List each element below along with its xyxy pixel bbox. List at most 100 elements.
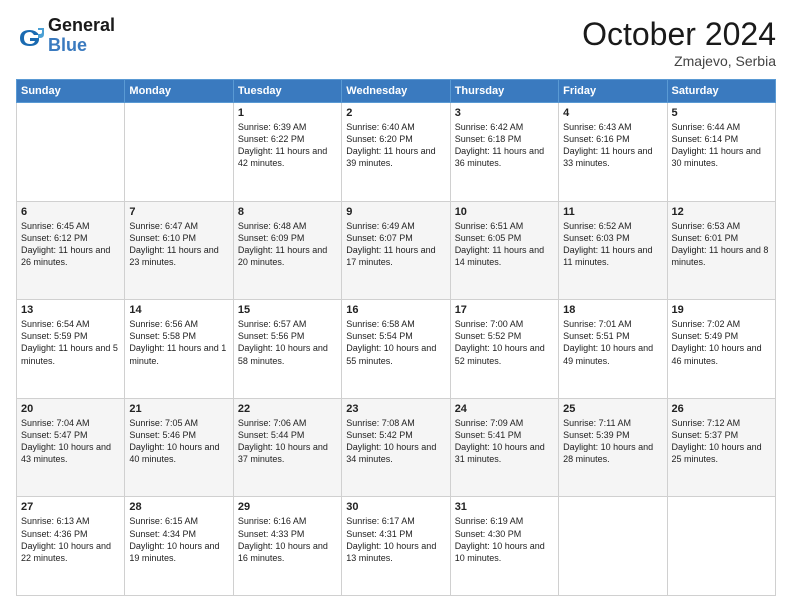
cell-content: Sunrise: 6:43 AM Sunset: 6:16 PM Dayligh… [563, 121, 662, 170]
cell-content: Sunrise: 7:00 AM Sunset: 5:52 PM Dayligh… [455, 318, 554, 367]
cell-content: Sunrise: 7:05 AM Sunset: 5:46 PM Dayligh… [129, 417, 228, 466]
cell-content: Sunrise: 6:54 AM Sunset: 5:59 PM Dayligh… [21, 318, 120, 367]
table-row: 3 Sunrise: 6:42 AM Sunset: 6:18 PM Daylig… [450, 103, 558, 202]
cell-content: Sunrise: 6:16 AM Sunset: 4:33 PM Dayligh… [238, 515, 337, 564]
cell-content: Sunrise: 6:42 AM Sunset: 6:18 PM Dayligh… [455, 121, 554, 170]
day-number: 8 [238, 206, 337, 218]
table-row: 20 Sunrise: 7:04 AM Sunset: 5:47 PM Dayli… [17, 398, 125, 497]
day-number: 18 [563, 304, 662, 316]
cell-content: Sunrise: 6:52 AM Sunset: 6:03 PM Dayligh… [563, 220, 662, 269]
calendar-table: Sunday Monday Tuesday Wednesday Thursday… [16, 79, 776, 596]
cell-content: Sunrise: 6:49 AM Sunset: 6:07 PM Dayligh… [346, 220, 445, 269]
location: Zmajevo, Serbia [582, 53, 776, 69]
calendar-week-4: 20 Sunrise: 7:04 AM Sunset: 5:47 PM Dayli… [17, 398, 776, 497]
cell-content: Sunrise: 6:13 AM Sunset: 4:36 PM Dayligh… [21, 515, 120, 564]
day-number: 2 [346, 107, 445, 119]
day-number: 22 [238, 403, 337, 415]
day-number: 6 [21, 206, 120, 218]
cell-content: Sunrise: 7:08 AM Sunset: 5:42 PM Dayligh… [346, 417, 445, 466]
day-number: 9 [346, 206, 445, 218]
day-number: 16 [346, 304, 445, 316]
cell-content: Sunrise: 6:47 AM Sunset: 6:10 PM Dayligh… [129, 220, 228, 269]
cell-content: Sunrise: 7:09 AM Sunset: 5:41 PM Dayligh… [455, 417, 554, 466]
table-row: 2Sunrise: 6:40 AM Sunset: 6:20 PM Daylig… [342, 103, 450, 202]
cell-content: Sunrise: 6:15 AM Sunset: 4:34 PM Dayligh… [129, 515, 228, 564]
table-row: 26Sunrise: 7:12 AM Sunset: 5:37 PM Dayli… [667, 398, 775, 497]
table-row: 11 Sunrise: 6:52 AM Sunset: 6:03 PM Dayli… [559, 201, 667, 300]
table-row: 16 Sunrise: 6:58 AM Sunset: 5:54 PM Dayli… [342, 300, 450, 399]
cell-content: Sunrise: 6:58 AM Sunset: 5:54 PM Dayligh… [346, 318, 445, 367]
table-row [17, 103, 125, 202]
logo-text: General Blue [48, 16, 115, 56]
day-number: 5 [672, 107, 771, 119]
month-title: October 2024 [582, 16, 776, 53]
table-row: 8 Sunrise: 6:48 AM Sunset: 6:09 PM Daylig… [233, 201, 341, 300]
table-row: 24Sunrise: 7:09 AM Sunset: 5:41 PM Dayli… [450, 398, 558, 497]
calendar-week-2: 6Sunrise: 6:45 AM Sunset: 6:12 PM Daylig… [17, 201, 776, 300]
table-row: 12Sunrise: 6:53 AM Sunset: 6:01 PM Dayli… [667, 201, 775, 300]
table-row: 25Sunrise: 7:11 AM Sunset: 5:39 PM Dayli… [559, 398, 667, 497]
cell-content: Sunrise: 6:48 AM Sunset: 6:09 PM Dayligh… [238, 220, 337, 269]
header-sunday: Sunday [17, 80, 125, 103]
table-row: 21 Sunrise: 7:05 AM Sunset: 5:46 PM Dayli… [125, 398, 233, 497]
cell-content: Sunrise: 7:01 AM Sunset: 5:51 PM Dayligh… [563, 318, 662, 367]
day-number: 11 [563, 206, 662, 218]
cell-content: Sunrise: 7:02 AM Sunset: 5:49 PM Dayligh… [672, 318, 771, 367]
page: General Blue October 2024 Zmajevo, Serbi… [0, 0, 792, 612]
table-row: 6Sunrise: 6:45 AM Sunset: 6:12 PM Daylig… [17, 201, 125, 300]
day-number: 4 [563, 107, 662, 119]
table-row: 10 Sunrise: 6:51 AM Sunset: 6:05 PM Dayli… [450, 201, 558, 300]
header: General Blue October 2024 Zmajevo, Serbi… [16, 16, 776, 69]
header-thursday: Thursday [450, 80, 558, 103]
day-number: 27 [21, 501, 120, 513]
day-number: 21 [129, 403, 228, 415]
calendar-week-5: 27 Sunrise: 6:13 AM Sunset: 4:36 PM Dayli… [17, 497, 776, 596]
day-number: 31 [455, 501, 554, 513]
logo-icon [16, 24, 44, 52]
title-block: October 2024 Zmajevo, Serbia [582, 16, 776, 69]
table-row: 9 Sunrise: 6:49 AM Sunset: 6:07 PM Daylig… [342, 201, 450, 300]
day-number: 19 [672, 304, 771, 316]
day-number: 30 [346, 501, 445, 513]
cell-content: Sunrise: 7:04 AM Sunset: 5:47 PM Dayligh… [21, 417, 120, 466]
calendar-week-1: 1Sunrise: 6:39 AM Sunset: 6:22 PM Daylig… [17, 103, 776, 202]
day-number: 15 [238, 304, 337, 316]
day-number: 10 [455, 206, 554, 218]
table-row: 5 Sunrise: 6:44 AM Sunset: 6:14 PM Daylig… [667, 103, 775, 202]
table-row [559, 497, 667, 596]
cell-content: Sunrise: 6:57 AM Sunset: 5:56 PM Dayligh… [238, 318, 337, 367]
table-row: 1Sunrise: 6:39 AM Sunset: 6:22 PM Daylig… [233, 103, 341, 202]
day-number: 20 [21, 403, 120, 415]
header-saturday: Saturday [667, 80, 775, 103]
table-row: 23Sunrise: 7:08 AM Sunset: 5:42 PM Dayli… [342, 398, 450, 497]
cell-content: Sunrise: 6:53 AM Sunset: 6:01 PM Dayligh… [672, 220, 771, 269]
table-row [125, 103, 233, 202]
day-number: 3 [455, 107, 554, 119]
cell-content: Sunrise: 6:19 AM Sunset: 4:30 PM Dayligh… [455, 515, 554, 564]
day-number: 17 [455, 304, 554, 316]
cell-content: Sunrise: 6:51 AM Sunset: 6:05 PM Dayligh… [455, 220, 554, 269]
table-row: 31 Sunrise: 6:19 AM Sunset: 4:30 PM Dayli… [450, 497, 558, 596]
table-row: 22 Sunrise: 7:06 AM Sunset: 5:44 PM Dayli… [233, 398, 341, 497]
day-number: 7 [129, 206, 228, 218]
table-row: 30 Sunrise: 6:17 AM Sunset: 4:31 PM Dayli… [342, 497, 450, 596]
table-row: 28Sunrise: 6:15 AM Sunset: 4:34 PM Dayli… [125, 497, 233, 596]
day-number: 13 [21, 304, 120, 316]
logo-blue: Blue [48, 36, 115, 56]
calendar-week-3: 13 Sunrise: 6:54 AM Sunset: 5:59 PM Dayli… [17, 300, 776, 399]
cell-content: Sunrise: 7:12 AM Sunset: 5:37 PM Dayligh… [672, 417, 771, 466]
logo-general: General [48, 16, 115, 36]
table-row: 27 Sunrise: 6:13 AM Sunset: 4:36 PM Dayli… [17, 497, 125, 596]
table-row: 14Sunrise: 6:56 AM Sunset: 5:58 PM Dayli… [125, 300, 233, 399]
header-wednesday: Wednesday [342, 80, 450, 103]
table-row: 4 Sunrise: 6:43 AM Sunset: 6:16 PM Daylig… [559, 103, 667, 202]
cell-content: Sunrise: 6:44 AM Sunset: 6:14 PM Dayligh… [672, 121, 771, 170]
cell-content: Sunrise: 7:11 AM Sunset: 5:39 PM Dayligh… [563, 417, 662, 466]
table-row: 13 Sunrise: 6:54 AM Sunset: 5:59 PM Dayli… [17, 300, 125, 399]
cell-content: Sunrise: 7:06 AM Sunset: 5:44 PM Dayligh… [238, 417, 337, 466]
logo: General Blue [16, 16, 115, 56]
cell-content: Sunrise: 6:56 AM Sunset: 5:58 PM Dayligh… [129, 318, 228, 367]
table-row: 15 Sunrise: 6:57 AM Sunset: 5:56 PM Dayli… [233, 300, 341, 399]
calendar-header-row: Sunday Monday Tuesday Wednesday Thursday… [17, 80, 776, 103]
cell-content: Sunrise: 6:17 AM Sunset: 4:31 PM Dayligh… [346, 515, 445, 564]
